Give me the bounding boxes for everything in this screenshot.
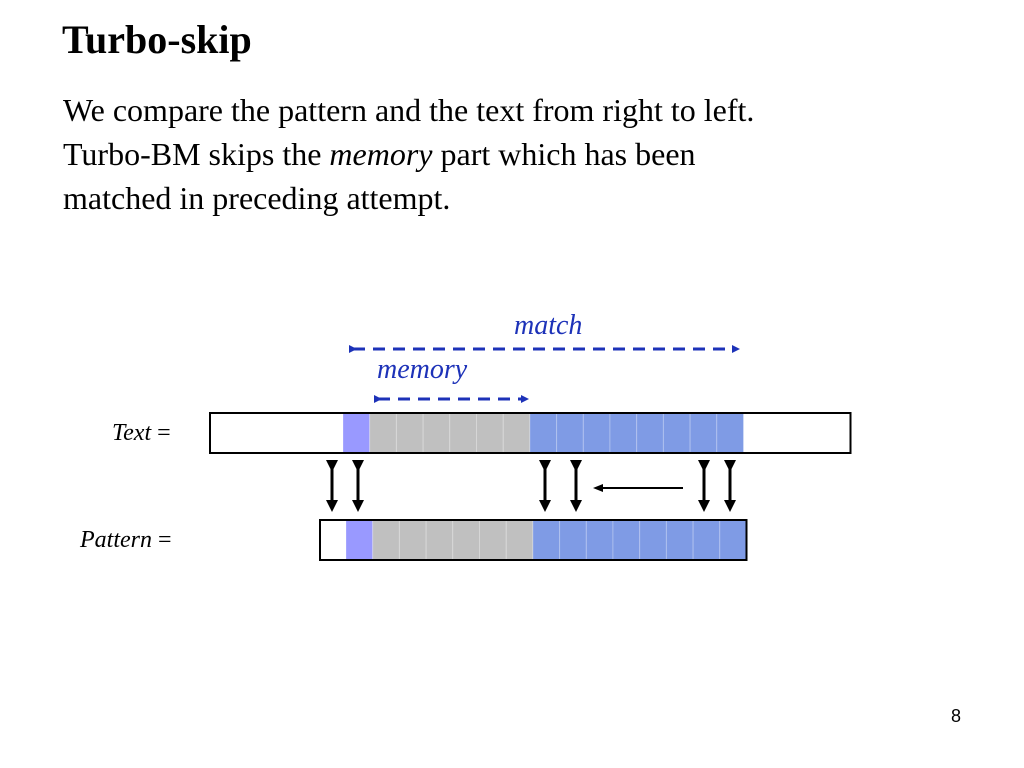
empty-cell: [210, 413, 343, 453]
gray-cell: [502, 412, 531, 454]
page-number: 8: [951, 706, 962, 726]
gray-cell: [422, 412, 451, 454]
gray-cell: [479, 519, 507, 561]
gray-cell: [372, 519, 400, 561]
lavender-cell: [342, 412, 371, 454]
blue-cell: [609, 412, 638, 454]
blue-cell: [532, 519, 561, 561]
blue-cell: [665, 519, 694, 561]
lavender-cell: [345, 519, 374, 561]
pattern-string-row: [319, 519, 748, 561]
text-string-row: [209, 412, 852, 454]
blue-cell: [692, 519, 721, 561]
gray-cell: [395, 412, 424, 454]
blue-cell: [612, 519, 641, 561]
turbo-skip-diagram: [209, 345, 852, 561]
blue-cell: [585, 519, 614, 561]
blue-cell: [716, 412, 744, 454]
blue-cell: [582, 412, 611, 454]
blue-cell: [556, 412, 584, 454]
gray-cell: [452, 519, 480, 561]
blue-cell: [719, 519, 747, 561]
gray-cell: [369, 412, 397, 454]
blue-cell: [529, 412, 558, 454]
gray-cell: [449, 412, 477, 454]
empty-cell: [743, 413, 851, 453]
blue-cell: [639, 519, 667, 561]
gray-cell: [425, 519, 454, 561]
gray-cell: [476, 412, 504, 454]
blue-cell: [636, 412, 664, 454]
comparison-arrows: [326, 460, 736, 512]
blue-cell: [662, 412, 691, 454]
blue-cell: [689, 412, 718, 454]
gray-cell: [505, 519, 534, 561]
gray-cell: [398, 519, 427, 561]
blue-cell: [559, 519, 587, 561]
empty-cell: [320, 520, 346, 560]
